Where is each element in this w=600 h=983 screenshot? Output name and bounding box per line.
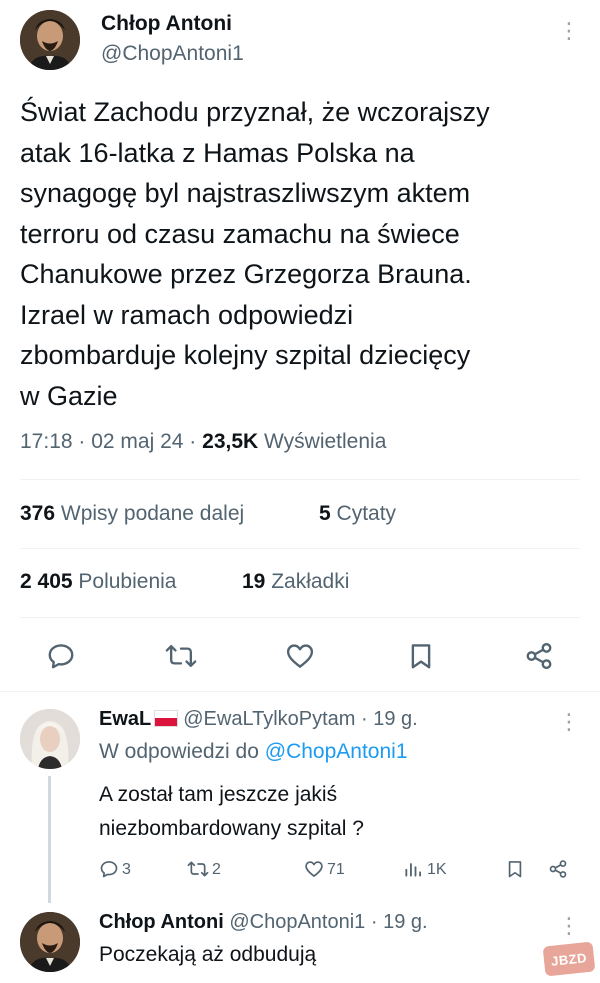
- likes-stat[interactable]: 2 405 Polubienia: [20, 570, 177, 594]
- repost-icon: [187, 861, 209, 877]
- reply2-header: Chłop Antoni @ChopAntoni1 · 19 g.: [99, 911, 428, 933]
- author-name[interactable]: Chłop Antoni: [101, 12, 232, 36]
- likes-label: Polubienia: [78, 570, 177, 593]
- reply1-likes-count: 71: [327, 861, 345, 878]
- reply1-share-button[interactable]: [547, 859, 569, 879]
- repost-button[interactable]: [165, 641, 197, 671]
- reply-author-avatar[interactable]: [20, 709, 80, 769]
- more-options-icon[interactable]: ⋮: [558, 20, 580, 42]
- quotes-label: Cytaty: [336, 502, 397, 525]
- replying-to: W odpowiedzi do @ChopAntoni1: [99, 740, 408, 764]
- bookmarks-stat[interactable]: 19 Zakładki: [242, 570, 349, 594]
- reply1-replies-count: 3: [122, 861, 131, 878]
- thread-line: [48, 776, 51, 903]
- reply1-reply-button[interactable]: [99, 859, 119, 879]
- reply2-more-options-icon[interactable]: ⋮: [558, 915, 580, 937]
- share-icon: [549, 860, 567, 878]
- reply2-author-handle[interactable]: @ChopAntoni1: [229, 911, 365, 933]
- bookmarks-label: Zakładki: [271, 570, 350, 593]
- reply1-like-button[interactable]: [304, 859, 324, 879]
- divider: [20, 548, 580, 549]
- likes-count: 2 405: [20, 570, 73, 593]
- replying-prefix: W odpowiedzi do: [99, 740, 259, 763]
- reply-author-name[interactable]: EwaL: [99, 708, 151, 730]
- reply-button[interactable]: [46, 641, 76, 671]
- reply2-text: Poczekają aż odbudują: [99, 943, 317, 966]
- poland-flag-icon: [155, 711, 178, 726]
- author-avatar-image: [20, 10, 80, 70]
- tweet-meta: 17:18 · 02 maj 24 · 23,5K Wyświetlenia: [20, 430, 387, 453]
- watermark-text: JBZD: [550, 949, 588, 969]
- reply-author-avatar-image: [20, 709, 80, 769]
- tweet-text-line: terroru od czasu zamachu na świece: [20, 218, 460, 249]
- reply-header: EwaL @EwaLTylkoPytam · 19 g.: [99, 708, 418, 730]
- reposts-count: 376: [20, 502, 56, 525]
- bookmarks-count: 19: [242, 570, 266, 593]
- reply-text-line: niezbombardowany szpital ?: [99, 817, 364, 840]
- tweet-text: Świat Zachodu przyznał, że wczorajszy at…: [20, 92, 490, 416]
- tweet-date[interactable]: 02 maj 24: [91, 430, 183, 453]
- like-icon: [305, 861, 323, 877]
- author-avatar[interactable]: [20, 10, 80, 70]
- reply1-views-count: 1K: [427, 861, 447, 878]
- divider: [20, 479, 580, 480]
- views-icon: [405, 863, 421, 877]
- share-icon: [526, 642, 552, 670]
- reply-more-options-icon[interactable]: ⋮: [558, 711, 580, 733]
- tweet-text-line: atak 16-latka z Hamas Polska na: [20, 137, 415, 168]
- quotes-count: 5: [319, 502, 331, 525]
- reply1-views-button[interactable]: [403, 859, 423, 879]
- reply-icon: [100, 861, 118, 878]
- reply1-repost-button[interactable]: [187, 859, 209, 879]
- views-count: 23,5K: [202, 430, 259, 453]
- reply-icon: [48, 644, 74, 669]
- share-button[interactable]: [523, 641, 555, 671]
- reply1-bookmark-button[interactable]: [505, 859, 525, 879]
- bookmark-icon: [508, 861, 522, 878]
- tweet-text-line: zbombarduje kolejny szpital dziecięcy: [20, 340, 471, 370]
- bookmark-button[interactable]: [406, 641, 436, 671]
- tweet-text-line: Chanukowe przez Grzegorza Brauna.: [20, 259, 472, 289]
- repost-icon: [165, 644, 197, 668]
- tweet-text-line: Świat Zachodu przyznał, że wczorajszy: [20, 97, 490, 127]
- tweet-text-line: w Gazie: [20, 380, 118, 411]
- reply-text: A został tam jeszcze jakiś niezbombardow…: [99, 778, 364, 846]
- reply2-author-avatar-image: [20, 912, 80, 972]
- reply-time[interactable]: 19 g.: [373, 708, 417, 730]
- tweet-time[interactable]: 17:18: [20, 430, 73, 453]
- quotes-stat[interactable]: 5 Cytaty: [319, 502, 396, 526]
- reply-author-handle[interactable]: @EwaLTylkoPytam: [183, 708, 355, 730]
- author-handle[interactable]: @ChopAntoni1: [101, 42, 244, 66]
- replying-to-handle[interactable]: @ChopAntoni1: [265, 740, 408, 763]
- reply2-author-avatar[interactable]: [20, 912, 80, 972]
- reply1-reposts-count: 2: [212, 861, 221, 878]
- reply2-author-name[interactable]: Chłop Antoni: [99, 911, 224, 933]
- tweet-text-line: synagogę byl najstraszliwszym aktem: [20, 178, 471, 208]
- reposts-label: Wpisy podane dalej: [60, 502, 245, 525]
- tweet-text-line: Izrael w ramach odpowiedzi: [20, 299, 354, 330]
- watermark-logo: JBZD: [542, 941, 596, 977]
- reply-text-line: A został tam jeszcze jakiś: [99, 783, 338, 806]
- reply2-time[interactable]: 19 g.: [383, 911, 427, 933]
- like-icon: [286, 644, 314, 668]
- reposts-stat[interactable]: 376 Wpisy podane dalej: [20, 502, 244, 526]
- like-button[interactable]: [285, 641, 315, 671]
- views-label: Wyświetlenia: [264, 430, 387, 453]
- divider: [20, 617, 580, 618]
- bookmark-icon: [411, 644, 431, 669]
- divider: [0, 691, 600, 692]
